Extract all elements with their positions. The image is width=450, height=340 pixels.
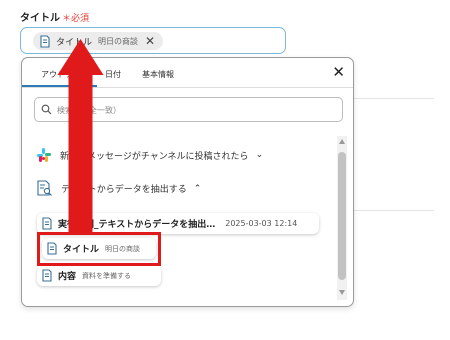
chip-label: タイトル [56,37,93,48]
search-box[interactable] [34,97,343,122]
variable-item-execution-time[interactable]: 実行時間_テキストからデータを抽出… 2025-03-03 12:14 [37,213,319,234]
chevron-down-icon: ⌄ [255,150,264,160]
title-input[interactable]: タイトル 明日の商談 ✕ [20,27,286,54]
section-extract-data[interactable]: テキストからデータを抽出する ⌃ [36,180,201,197]
search-icon [41,104,52,115]
section-label: テキストからデータを抽出する [61,185,187,195]
variable-picker-popup: アウトプット 日付 基本情報 ✕ 新しいメッセージがチャンネルに投稿されたら ⌄ [21,57,354,307]
chevron-up-icon: ⌃ [193,183,202,194]
chip-sub-label: 明日の商談 [98,36,139,46]
field-label-text: タイトル [20,13,60,24]
scrollbar-thumb[interactable] [338,152,346,280]
item-label: 内容 [58,272,77,282]
section-slack-trigger[interactable]: 新しいメッセージがチャンネルに投稿されたら ⌄ [36,147,263,163]
variable-item-content[interactable]: 内容 資料を準備する [37,265,161,286]
item-label: 実行時間_テキストからデータを抽出… [58,220,216,230]
tab-date[interactable]: 日付 [105,69,121,80]
document-icon [40,34,50,48]
scroll-down-arrow-icon[interactable] [339,290,345,295]
tab-output[interactable]: アウトプット [41,69,89,80]
item-date: 2025-03-03 12:14 [225,219,298,228]
tab-divider [22,87,353,88]
close-button[interactable]: ✕ [332,65,345,80]
slack-icon [37,148,51,162]
background-divider [354,210,434,211]
item-sub-label: 資料を準備する [82,271,132,280]
document-search-icon [37,180,52,196]
search-input[interactable] [57,101,327,119]
annotation-highlight-box [37,232,161,266]
section-label: 新しいメッセージがチャンネルに投稿されたら [60,151,249,162]
document-icon [42,269,52,282]
scroll-up-arrow-icon[interactable] [339,139,345,144]
background-divider [354,98,434,99]
required-mark: ＊必須 [62,14,90,24]
remove-chip-icon[interactable]: ✕ [145,35,155,47]
field-label: タイトル ＊必須 [20,9,89,24]
document-icon [42,217,52,230]
scrollbar[interactable] [337,136,347,300]
selected-variable-chip[interactable]: タイトル 明日の商談 ✕ [33,32,164,50]
tab-basic-info[interactable]: 基本情報 [142,69,174,80]
